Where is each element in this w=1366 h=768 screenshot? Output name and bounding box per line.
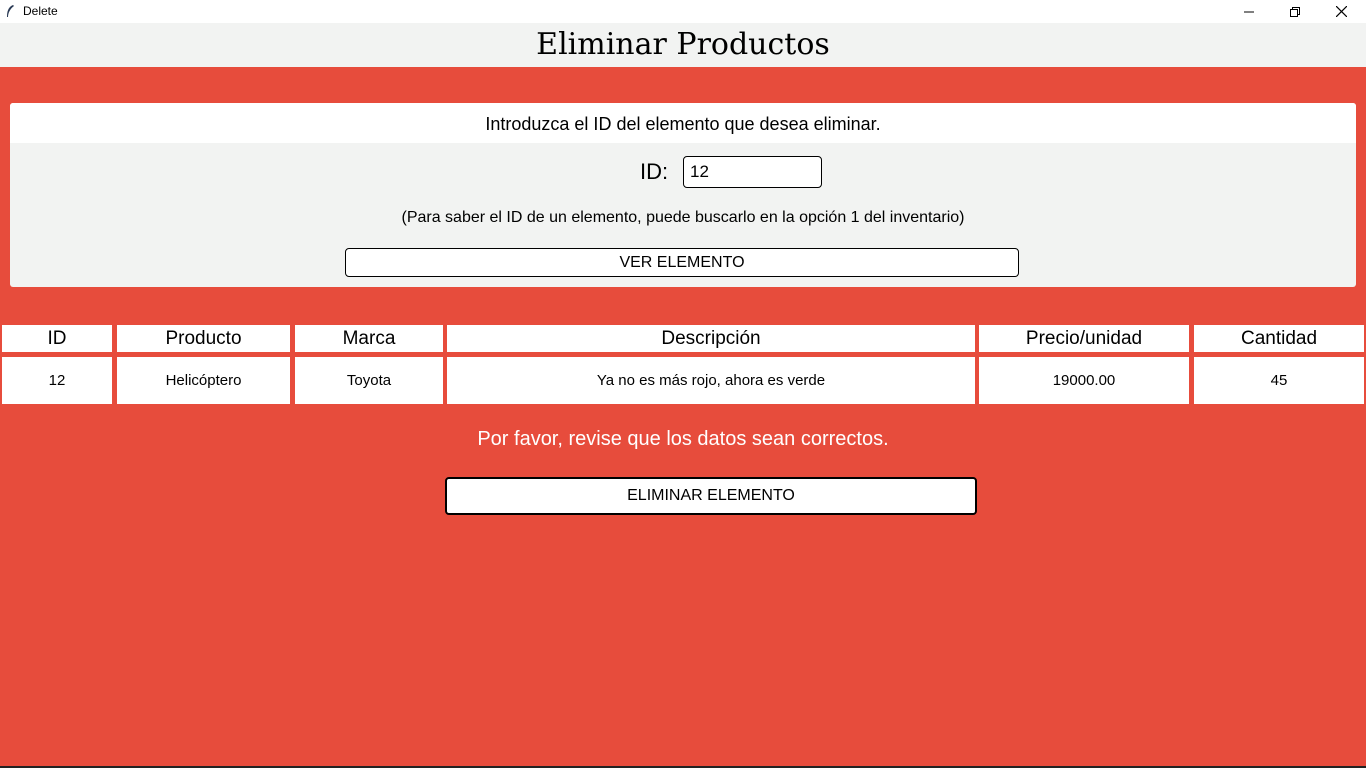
id-input[interactable] bbox=[683, 156, 822, 188]
header-descripcion: Descripción bbox=[447, 325, 975, 352]
minimize-icon bbox=[1244, 11, 1254, 12]
restore-icon bbox=[1290, 6, 1300, 17]
view-element-button[interactable]: VER ELEMENTO bbox=[345, 248, 1019, 277]
close-icon bbox=[1335, 6, 1347, 17]
minimize-button[interactable] bbox=[1226, 0, 1272, 23]
window-title: Delete bbox=[23, 4, 58, 18]
header-marca: Marca bbox=[295, 325, 443, 352]
hint-text: (Para saber el ID de un elemento, puede … bbox=[401, 209, 965, 226]
header-id: ID bbox=[2, 325, 112, 352]
page-header: Eliminar Productos bbox=[0, 23, 1366, 67]
restore-button[interactable] bbox=[1272, 0, 1318, 23]
delete-element-button[interactable]: ELIMINAR ELEMENTO bbox=[445, 477, 977, 515]
title-bar: Delete bbox=[0, 0, 1366, 23]
cell-precio: 19000.00 bbox=[979, 357, 1189, 404]
page-title: Eliminar Productos bbox=[536, 27, 830, 62]
close-button[interactable] bbox=[1318, 0, 1364, 23]
header-producto: Producto bbox=[117, 325, 290, 352]
id-label: ID: bbox=[640, 159, 669, 184]
cell-producto: Helicóptero bbox=[117, 357, 290, 404]
cell-id: 12 bbox=[2, 357, 112, 404]
cell-marca: Toyota bbox=[295, 357, 443, 404]
confirm-message: Por favor, revise que los datos sean cor… bbox=[477, 428, 889, 450]
cell-cantidad: 45 bbox=[1194, 357, 1364, 404]
header-precio: Precio/unidad bbox=[979, 325, 1189, 352]
search-panel: Introduzca el ID del elemento que desea … bbox=[10, 103, 1356, 287]
instruction-text: Introduzca el ID del elemento que desea … bbox=[10, 103, 1356, 143]
cell-descripcion: Ya no es más rojo, ahora es verde bbox=[447, 357, 975, 404]
header-cantidad: Cantidad bbox=[1194, 325, 1364, 352]
feather-icon bbox=[7, 5, 14, 17]
